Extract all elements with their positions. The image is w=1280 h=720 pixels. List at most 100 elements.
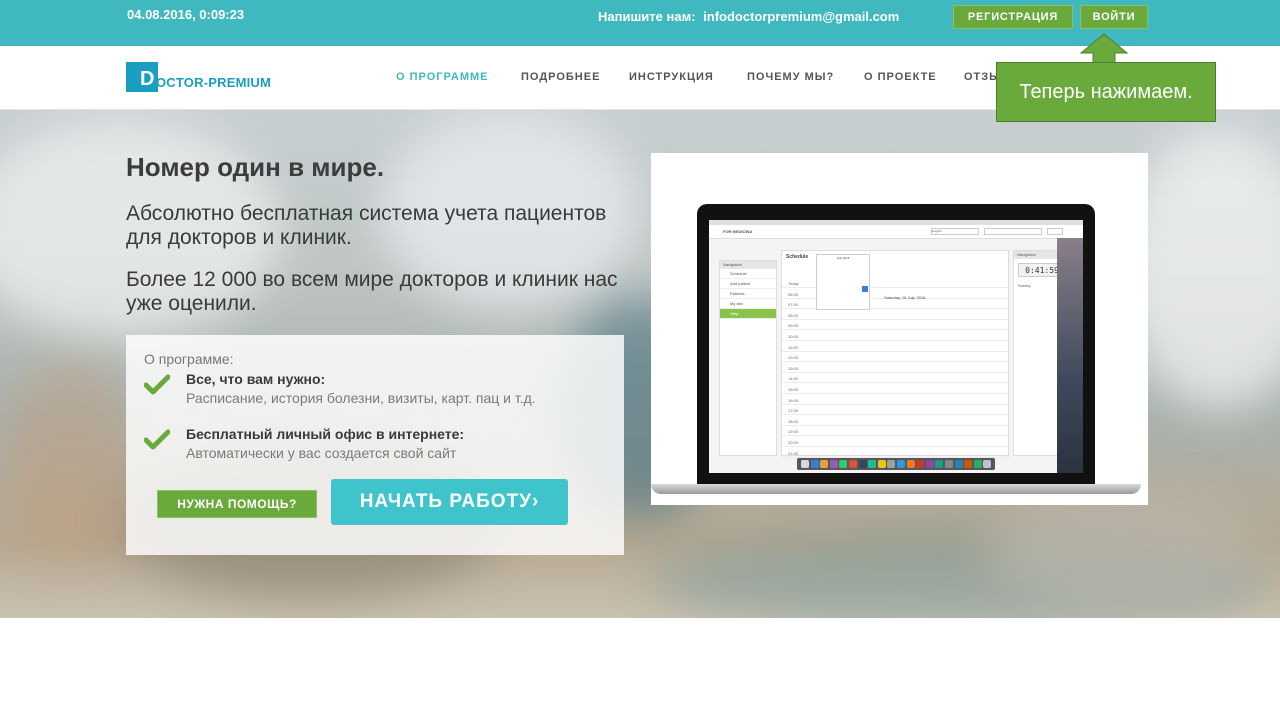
calendar-day (820, 263, 826, 269)
schedule-time-label: 12:00 (788, 355, 799, 361)
logo-text: OCTOR-PREMIUM (156, 74, 272, 90)
schedule-time-label: 09:00 (788, 323, 799, 329)
calendar-day (848, 301, 854, 307)
nav-item-details[interactable]: ПОДРОБНЕЕ (521, 71, 600, 83)
calendar-day (834, 278, 840, 284)
about-panel: О программе: Все, что вам нужно: Расписа… (126, 335, 624, 555)
calendar-day (834, 301, 840, 307)
login-button[interactable]: ВОЙТИ (1080, 5, 1148, 29)
logo[interactable]: D OCTOR-PREMIUM (126, 62, 271, 92)
dock-app-icon (897, 460, 905, 468)
calendar-day (848, 263, 854, 269)
desktop-wallpaper (1057, 238, 1083, 473)
app-screen: FOR MEDICINA English Navigation Schedule… (709, 220, 1083, 473)
schedule-time-label: Today (788, 281, 799, 286)
datetime: 04.08.2016, 0:09:23 (127, 7, 245, 22)
dock-app-icon (925, 460, 934, 468)
schedule-time-label: 16:00 (788, 397, 799, 403)
schedule-row (782, 318, 1010, 320)
calendar-day (827, 301, 833, 307)
schedule-time-label: 19:00 (788, 429, 799, 435)
dock-app-icon (935, 460, 944, 468)
register-button[interactable]: РЕГИСТРАЦИЯ (953, 5, 1073, 29)
schedule-time-label: 18:00 (788, 418, 799, 424)
schedule-row (782, 371, 1010, 373)
calendar-day (855, 278, 861, 284)
calendar-day (827, 271, 833, 277)
app-left-panel: Navigation Schedule Add patient Patients… (719, 260, 777, 456)
calendar-day (827, 286, 833, 292)
schedule-row (782, 435, 1010, 437)
app-nav-item: Add patient (720, 279, 776, 289)
dock-app-icon (849, 460, 857, 468)
calendar-day (841, 278, 847, 284)
calendar-day (820, 286, 826, 292)
calendar-day (855, 271, 861, 277)
schedule-row (782, 403, 1010, 405)
calendar-day (848, 286, 854, 292)
right-panel-item: Survey (1018, 283, 1031, 288)
schedule-row (782, 350, 1010, 352)
dock-app-icon (839, 460, 848, 468)
schedule-time-label: 10:00 (788, 334, 799, 339)
calendar-day (862, 301, 868, 307)
callout-note: Теперь нажимаем. (996, 62, 1216, 122)
calendar-day (841, 293, 847, 299)
dock-app-icon (983, 460, 992, 468)
calendar-day (820, 301, 826, 307)
app-screenshot-panel: FOR MEDICINA English Navigation Schedule… (651, 153, 1148, 505)
nav-item-about-program[interactable]: О ПРОГРАММЕ (396, 71, 488, 83)
logo-letter: D (140, 68, 155, 90)
schedule-row (782, 329, 1010, 331)
schedule-row (782, 361, 1010, 363)
hero-section: Номер один в мире. Абсолютно бесплатная … (0, 110, 1280, 618)
schedule-time-label: 20:00 (788, 440, 799, 445)
schedule-time-label: 08:00 (788, 312, 799, 318)
calendar-day (827, 293, 833, 299)
left-panel-title: Navigation (720, 261, 776, 269)
start-work-button[interactable]: НАЧАТЬ РАБОТУ› (331, 479, 568, 525)
calendar-day (820, 293, 826, 299)
feature-title: Бесплатный личный офис в интернете: (186, 426, 465, 442)
schedule-row (782, 393, 1010, 394)
calendar-day (855, 286, 861, 292)
schedule-row (782, 414, 1010, 416)
calendar-day (855, 263, 861, 269)
dock-app-icon (877, 460, 886, 468)
nav-item-about-project[interactable]: О ПРОЕКТЕ (864, 71, 937, 83)
logo-mark: D (126, 62, 158, 92)
laptop-base (651, 484, 1141, 494)
nav-item-instructions[interactable]: ИНСТРУКЦИЯ (629, 71, 714, 83)
laptop-lid: FOR MEDICINA English Navigation Schedule… (697, 204, 1095, 486)
background-blur (0, 360, 140, 560)
schedule-time-label: 21:00 (788, 450, 799, 456)
calendar-day (841, 271, 847, 277)
app-schedule: Schedule Today 06:00 07:00 08:00 09:00 10:00 1… (781, 250, 1010, 458)
schedule-row (782, 424, 1010, 426)
schedule-time-label: 06:00 (788, 291, 799, 297)
schedule-title: Schedule (786, 254, 809, 260)
calendar-day (834, 271, 840, 277)
calendar-day (841, 263, 847, 269)
calendar-day (834, 293, 840, 299)
calendar-day (862, 285, 868, 292)
help-button[interactable]: НУЖНА ПОМОЩЬ? (157, 490, 317, 518)
hero-title: Номер один в мире. (126, 152, 385, 182)
nav-item-why-us[interactable]: ПОЧЕМУ МЫ? (747, 71, 834, 83)
calendar-month: July 2016 (836, 256, 850, 260)
laptop-image: FOR MEDICINA English Navigation Schedule… (651, 204, 1141, 494)
calendar-day (827, 263, 833, 269)
dock-app-icon (868, 460, 877, 468)
hero-subtitle-doctors: Более 12 000 во всем мире докторов и кли… (126, 268, 618, 315)
schedule-row (782, 382, 1010, 384)
calendar-day (848, 278, 854, 284)
calendar-day (820, 278, 826, 284)
dock-app-icon (906, 460, 915, 468)
callout-arrow-up-icon (1080, 33, 1128, 65)
feature-title: Все, что вам нужно: (186, 371, 326, 387)
calendar-day (855, 293, 861, 299)
about-panel-label: О программе: (144, 351, 234, 367)
contact-email-link[interactable]: infodoctorpremium@gmail.com (703, 9, 899, 24)
schedule-time-label: 13:00 (788, 365, 799, 371)
dock-app-icon (954, 460, 963, 468)
